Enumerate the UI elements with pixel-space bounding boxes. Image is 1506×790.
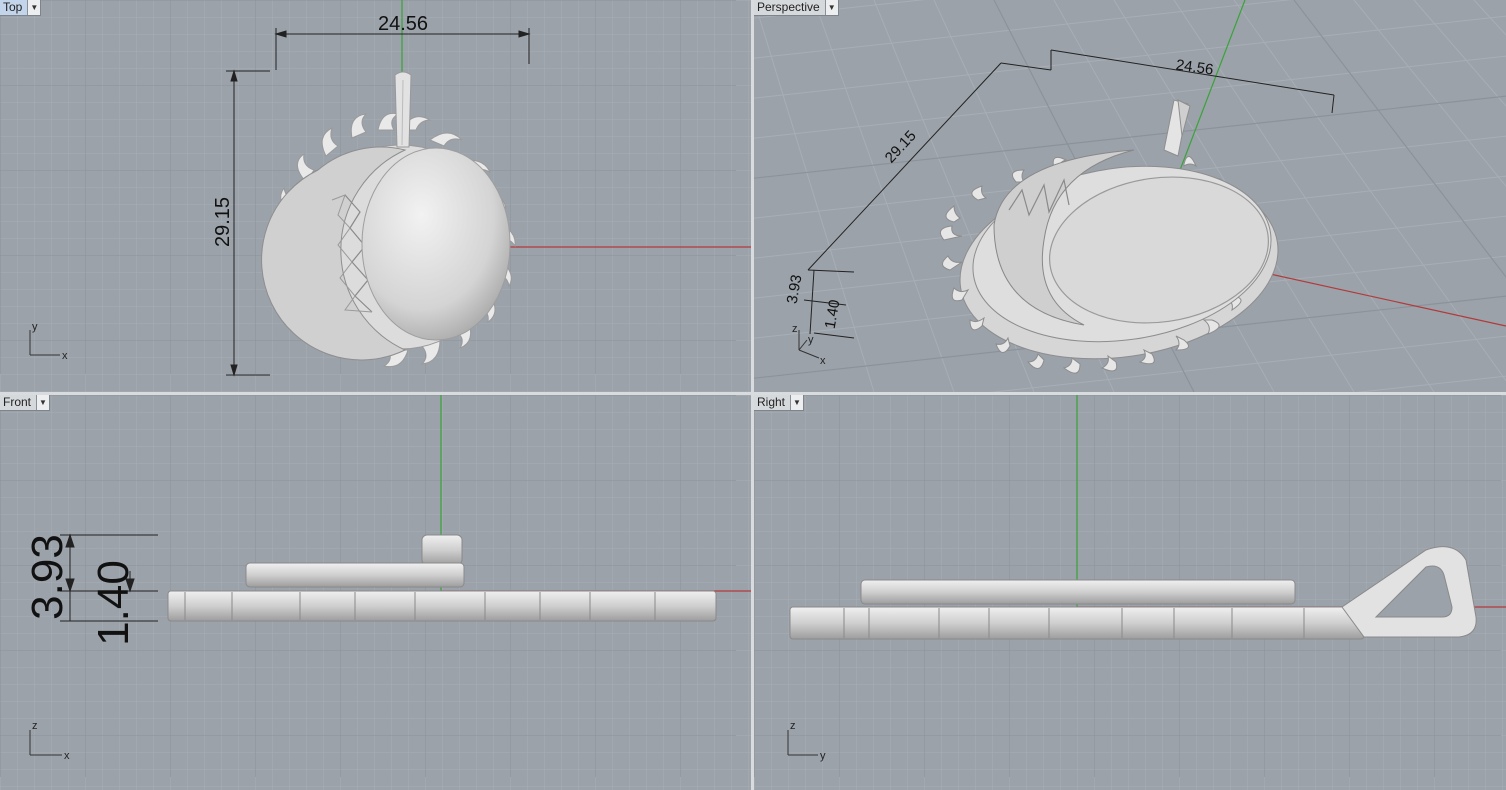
front-dim-base-label: 1.40 — [89, 560, 138, 646]
viewport-tab-front[interactable]: Front ▼ — [0, 395, 51, 411]
viewport-front-canvas: 3.93 1.40 x z — [0, 395, 751, 790]
chevron-down-icon[interactable]: ▼ — [36, 395, 50, 410]
persp-dimension-width — [1000, 49, 1335, 114]
persp-dim-total-label: 3.93 — [784, 273, 806, 305]
axis-y-label: y — [808, 334, 814, 346]
chevron-down-icon[interactable]: ▼ — [27, 0, 41, 15]
viewport-top[interactable]: 24.56 29.15 x y Top ▼ — [0, 0, 751, 392]
axis-h-label: y — [820, 750, 826, 762]
front-dim-total-label: 3.93 — [23, 534, 72, 620]
dim-width-label: 24.56 — [378, 13, 428, 35]
axis-z-label: z — [792, 323, 798, 335]
axis-v-label: z — [32, 720, 38, 732]
viewport-top-canvas: 24.56 29.15 x y — [0, 0, 751, 392]
chevron-down-icon[interactable]: ▼ — [790, 395, 804, 410]
viewport-tab-top[interactable]: Top ▼ — [0, 0, 42, 16]
viewport-title: Right — [757, 395, 786, 409]
axis-v-label: y — [32, 321, 38, 333]
axis-x-label: x — [820, 355, 826, 367]
viewport-splitter-horizontal[interactable] — [0, 392, 1506, 395]
viewport-front[interactable]: 3.93 1.40 x z Front ▼ — [0, 395, 751, 790]
viewport-perspective-canvas: 24.56 29.15 3.93 1.40 x y z — [754, 0, 1506, 392]
viewport-tab-perspective[interactable]: Perspective ▼ — [754, 0, 839, 16]
viewport-title: Front — [3, 395, 32, 409]
viewport-title: Top — [0, 0, 28, 15]
viewport-right[interactable]: y z Right ▼ — [754, 395, 1506, 790]
axis-v-label: z — [790, 720, 796, 732]
persp-dim-base-label: 1.40 — [822, 298, 844, 330]
pendant-3d — [939, 99, 1279, 374]
viewport-title: Perspective — [757, 0, 820, 14]
viewport-tab-right[interactable]: Right ▼ — [754, 395, 805, 411]
dim-height-label: 29.15 — [212, 197, 234, 247]
axis-h-label: x — [64, 750, 70, 762]
chevron-down-icon[interactable]: ▼ — [824, 0, 838, 15]
axis-h-label: x — [62, 350, 68, 362]
viewport-right-canvas: y z — [754, 395, 1506, 790]
viewport-perspective[interactable]: 24.56 29.15 3.93 1.40 x y z Perspective … — [754, 0, 1506, 392]
persp-dim-width-label: 24.56 — [1175, 57, 1215, 79]
